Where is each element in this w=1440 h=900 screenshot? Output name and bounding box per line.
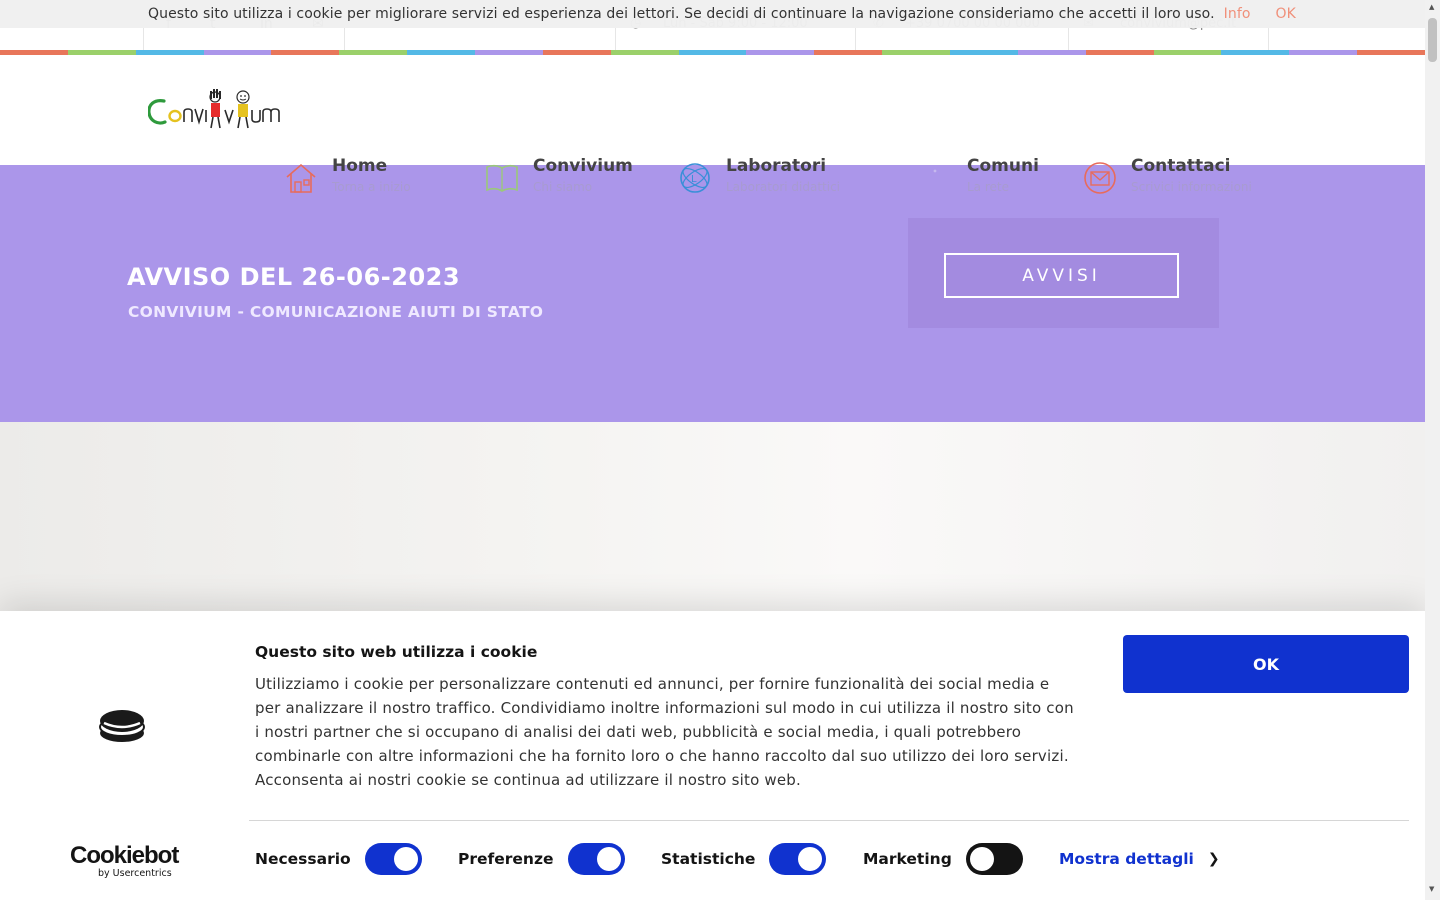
- toggle-knob: [393, 847, 418, 871]
- rainbow-segment: [678, 50, 747, 55]
- nav-label-home: Home: [332, 156, 388, 176]
- cookie-dialog-text: Utilizziamo i cookie per personalizzare …: [255, 675, 1074, 789]
- chevron-right-icon: ❯: [1207, 851, 1220, 867]
- convivium-logo: [147, 89, 280, 129]
- show-details-link[interactable]: Mostra dettagli ❯: [1059, 850, 1220, 868]
- rainbow-segment: [0, 50, 68, 55]
- rainbow-segment: [1357, 50, 1426, 55]
- scroll-down-arrow-icon[interactable]: ▼: [1429, 885, 1434, 893]
- nav-sub-convivium: Chi siamo: [533, 180, 593, 194]
- nav-label-laboratori: Laboratori: [726, 156, 827, 176]
- toggle-preferenze[interactable]: [567, 843, 625, 875]
- nav-label-contattaci: Contattaci: [1131, 156, 1231, 176]
- toggle-statistiche[interactable]: [769, 843, 827, 875]
- cookie-consent-dialog: Questo sito web utilizza i cookie Utiliz…: [0, 611, 1425, 900]
- rainbow-segment: [407, 50, 476, 55]
- nav-sub-home: Torna a inizio: [332, 180, 411, 194]
- nav-item-contattaci[interactable]: Contattaci Scrivici informazioni: [1083, 155, 1283, 201]
- toggle-necessario[interactable]: [364, 843, 422, 875]
- rainbow-segment: [610, 50, 679, 55]
- toggle-preferenze-group: Preferenze: [458, 842, 625, 876]
- nav-item-comuni[interactable]: Comuni La rete: [928, 155, 1048, 201]
- rainbow-stripe: [0, 50, 1426, 55]
- cookie-info-link[interactable]: Info: [1224, 6, 1251, 22]
- cookie-notice-message: Questo sito utilizza i cookie per miglio…: [148, 6, 1215, 22]
- envelope-icon: [1084, 162, 1116, 194]
- toggle-marketing-group: Marketing: [863, 842, 1023, 876]
- nav-sub-comuni: La rete: [967, 180, 1009, 194]
- cookie-ok-link[interactable]: OK: [1276, 6, 1296, 22]
- rainbow-segment: [814, 50, 883, 55]
- toggle-statistiche-group: Statistiche: [661, 842, 827, 876]
- rainbow-segment: [339, 50, 408, 55]
- cookiebot-brand[interactable]: Cookiebot by Usercentrics: [70, 844, 180, 880]
- nav-sub-contattaci: Scrivici informazioni: [1131, 180, 1252, 194]
- page-title: AVVISO DEL 26-06-2023: [127, 263, 461, 291]
- site-logo[interactable]: [147, 88, 280, 132]
- cookiebot-brand-name: Cookiebot: [70, 842, 179, 869]
- scroll-up-arrow-icon[interactable]: ▲: [1429, 3, 1434, 11]
- globe-icon: L: [680, 163, 710, 193]
- house-icon: [286, 163, 316, 193]
- nav-item-convivium[interactable]: Convivium Chi siamo: [485, 155, 645, 201]
- book-icon: [486, 164, 518, 192]
- toggle-knob: [798, 847, 823, 871]
- toggle-label-statistiche: Statistiche: [661, 850, 756, 868]
- page-scrollbar[interactable]: ▲ ▼: [1425, 0, 1440, 900]
- dot-icon: [933, 169, 937, 173]
- rainbow-segment: [1153, 50, 1222, 55]
- hero-button-box: AVVISI: [908, 218, 1219, 328]
- rainbow-segment: [475, 50, 543, 55]
- cookie-dialog-title: Questo sito web utilizza i cookie: [255, 643, 538, 661]
- rainbow-segment: [135, 50, 204, 55]
- nav-label-comuni: Comuni: [967, 156, 1039, 176]
- nav-item-home[interactable]: Home Torna a inizio: [284, 155, 454, 201]
- rainbow-segment: [1017, 50, 1086, 55]
- nav-label-convivium: Convivium: [533, 156, 633, 176]
- toggle-label-necessario: Necessario: [255, 850, 351, 868]
- toggle-label-marketing: Marketing: [863, 850, 952, 868]
- scrollbar-thumb[interactable]: [1428, 18, 1437, 62]
- cookiebot-brand-sub: by Usercentrics: [98, 868, 172, 879]
- toggle-label-preferenze: Preferenze: [458, 850, 554, 868]
- cookie-notice-strip: Questo sito utilizza i cookie per miglio…: [0, 0, 1425, 28]
- rainbow-segment: [1289, 50, 1358, 55]
- rainbow-segment: [950, 50, 1018, 55]
- rainbow-segment: [203, 50, 272, 55]
- rainbow-segment: [542, 50, 611, 55]
- cookie-ok-button[interactable]: OK: [1123, 635, 1409, 693]
- svg-text:L: L: [691, 174, 697, 185]
- toggle-marketing[interactable]: [965, 843, 1023, 875]
- toggle-knob: [969, 847, 994, 871]
- rainbow-segment: [746, 50, 815, 55]
- toggle-knob: [596, 847, 621, 871]
- rainbow-segment: [271, 50, 340, 55]
- rainbow-segment: [67, 50, 136, 55]
- nav-sub-laboratori: Laboratori didattici: [726, 180, 841, 194]
- rainbow-segment: [1085, 50, 1154, 55]
- divider: [249, 820, 1409, 821]
- avvisi-button[interactable]: AVVISI: [944, 253, 1179, 298]
- rainbow-segment: [882, 50, 951, 55]
- rainbow-segment: [1221, 50, 1290, 55]
- toggle-necessario-group: Necessario: [255, 842, 422, 876]
- show-details-label: Mostra dettagli: [1059, 850, 1194, 868]
- page-subtitle: CONVIVIUM - COMUNICAZIONE AIUTI DI STATO: [128, 303, 544, 321]
- hero-banner: AVVISO DEL 26-06-2023 CONVIVIUM - COMUNI…: [0, 165, 1425, 422]
- content-image-area: [0, 422, 1425, 622]
- cookie-icon: [99, 710, 145, 742]
- nav-item-laboratori[interactable]: L Laboratori Laboratori didattici: [678, 155, 888, 201]
